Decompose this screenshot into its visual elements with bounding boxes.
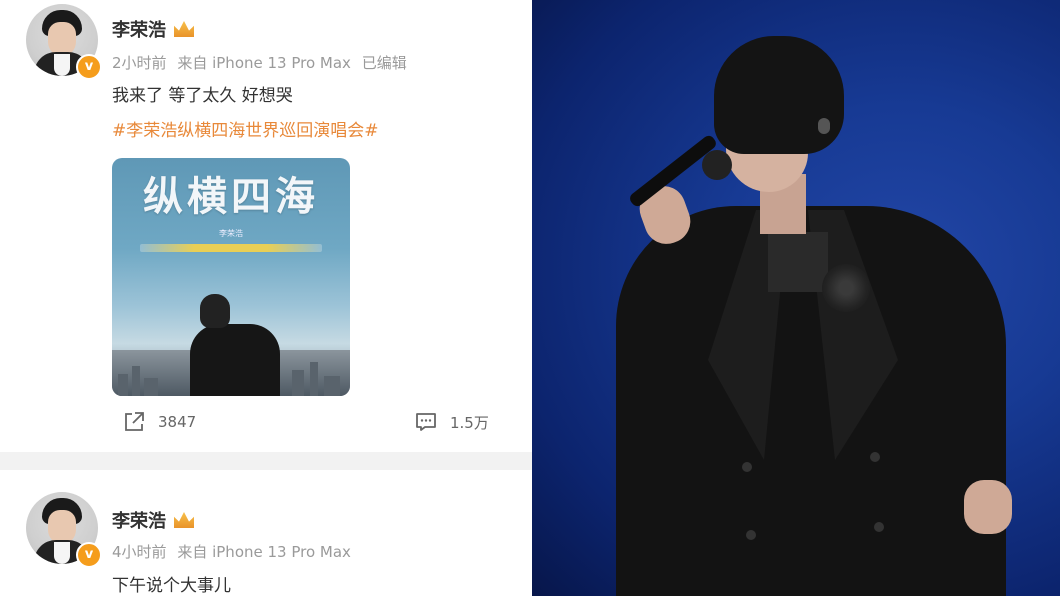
verified-badge-icon: v: [76, 54, 102, 80]
username[interactable]: 李荣浩: [112, 507, 194, 533]
crown-icon: [174, 21, 194, 37]
post-time[interactable]: 4小时前: [112, 543, 167, 561]
comment-count: 1.5万: [450, 413, 489, 432]
post-divider: [0, 452, 532, 470]
weibo-feed: v 李荣浩 2小时前 来自 iPhone 13 Pro Max 已编辑 我来了 …: [0, 0, 532, 596]
post-time[interactable]: 2小时前: [112, 54, 167, 72]
repost-count: 3847: [158, 413, 197, 431]
lapel-flower: [822, 264, 870, 312]
crown-icon: [174, 512, 194, 528]
post-meta: 2小时前 来自 iPhone 13 Pro Max 已编辑: [112, 52, 407, 73]
poster-subtitle: 李荣浩: [219, 229, 243, 238]
singer-hair: [714, 36, 844, 154]
verified-badge-icon: v: [76, 542, 102, 568]
poster-tagline-band: [140, 244, 322, 252]
post-text: 下午说个大事儿: [112, 576, 231, 596]
edited-label[interactable]: 已编辑: [362, 54, 407, 72]
concert-photo: [532, 0, 1060, 596]
comment-button[interactable]: 1.5万: [414, 410, 489, 434]
username[interactable]: 李荣浩: [112, 16, 194, 42]
post-image[interactable]: 纵横四海 李荣浩: [112, 158, 350, 396]
poster-figure: [190, 324, 280, 396]
post-source: 来自 iPhone 13 Pro Max: [177, 543, 351, 561]
weibo-post: v: [0, 470, 532, 596]
post-source: 来自 iPhone 13 Pro Max: [177, 54, 351, 72]
share-icon: [122, 410, 146, 434]
weibo-post: v 李荣浩 2小时前 来自 iPhone 13 Pro Max 已编辑 我来了 …: [0, 0, 532, 452]
post-text: 我来了 等了太久 好想哭: [112, 86, 293, 106]
in-ear-monitor: [818, 118, 830, 134]
repost-button[interactable]: 3847: [122, 410, 196, 434]
hashtag-link[interactable]: #李荣浩纵横四海世界巡回演唱会#: [112, 116, 379, 141]
singer-hand: [964, 480, 1012, 534]
post-meta: 4小时前 来自 iPhone 13 Pro Max: [112, 541, 351, 562]
poster-title: 纵横四海: [143, 174, 319, 220]
comment-icon: [414, 410, 438, 434]
